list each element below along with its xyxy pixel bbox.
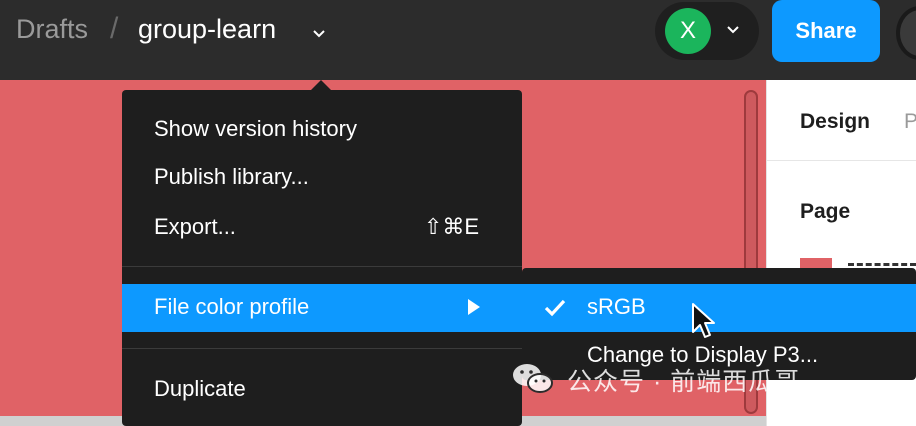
tab-design[interactable]: Design xyxy=(800,110,870,134)
watermark-text: 公众号 · 前端西瓜哥 xyxy=(567,368,801,396)
menu-item-publish-library[interactable]: Publish library... xyxy=(154,164,309,190)
page-color-value[interactable] xyxy=(848,263,916,266)
menu-divider xyxy=(122,348,522,349)
chevron-down-icon[interactable] xyxy=(311,28,327,40)
file-name-title[interactable]: group-learn xyxy=(138,14,276,45)
wechat-icon xyxy=(513,364,553,393)
submenu-item-srgb-highlight[interactable] xyxy=(522,284,916,332)
menu-divider xyxy=(122,266,522,267)
submenu-arrow-icon xyxy=(468,299,480,315)
menu-item-file-color-profile[interactable]: File color profile xyxy=(154,294,309,320)
panel-divider xyxy=(767,160,916,161)
check-icon xyxy=(544,299,566,317)
page-section-title: Page xyxy=(800,200,851,223)
mouse-pointer-icon xyxy=(692,303,715,338)
submenu-item-srgb[interactable]: sRGB xyxy=(587,294,646,320)
breadcrumb-separator: / xyxy=(110,12,119,45)
tab-prototype[interactable]: P xyxy=(904,110,916,134)
chevron-down-icon[interactable] xyxy=(725,24,741,36)
menu-item-show-version-history[interactable]: Show version history xyxy=(154,116,357,142)
avatar[interactable]: X xyxy=(665,8,711,54)
share-button[interactable]: Share xyxy=(772,0,880,62)
breadcrumb-drafts[interactable]: Drafts xyxy=(16,14,88,45)
menu-item-export[interactable]: Export... xyxy=(154,214,236,240)
export-shortcut: ⇧⌘E xyxy=(424,214,480,239)
menu-item-duplicate[interactable]: Duplicate xyxy=(154,376,246,402)
